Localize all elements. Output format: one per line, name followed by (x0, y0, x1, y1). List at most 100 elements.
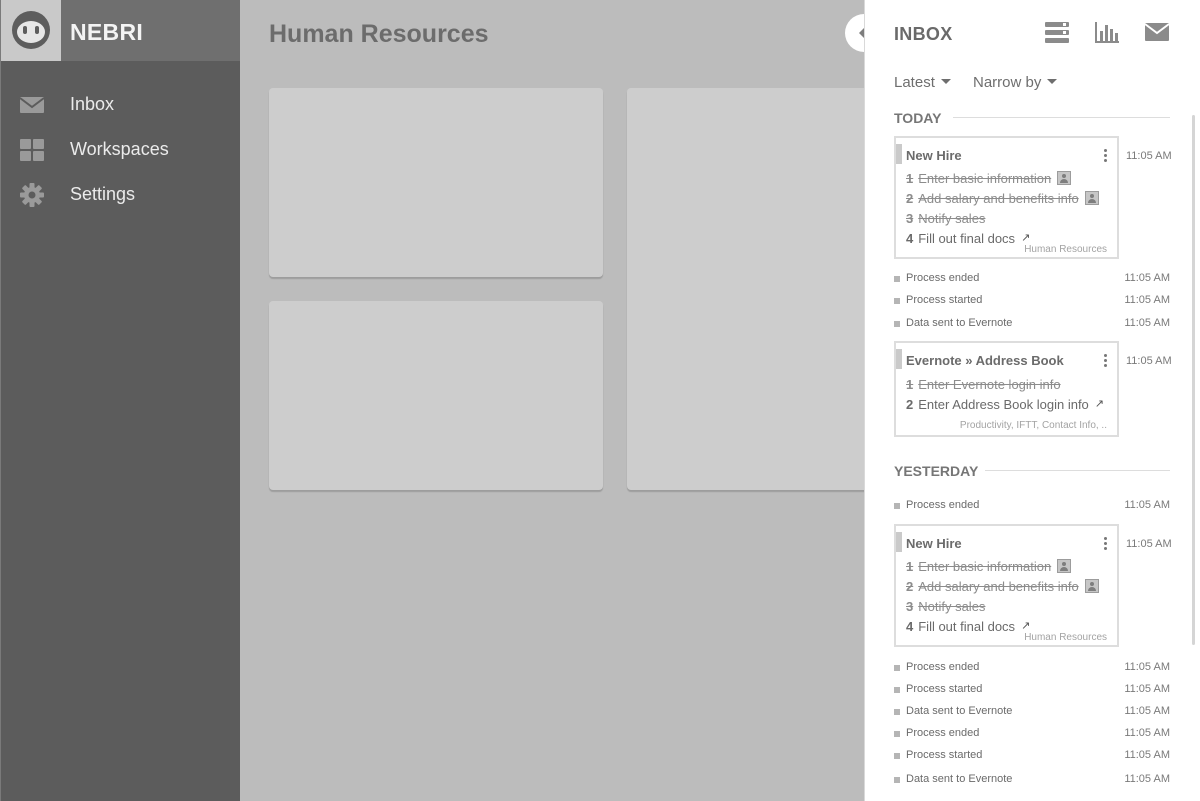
sidebar-item-settings[interactable]: Settings (1, 175, 241, 215)
sidebar-item-inbox[interactable]: Inbox (1, 85, 241, 125)
bullet-icon (894, 709, 900, 715)
event-label: Data sent to Evernote (906, 773, 1013, 785)
page-title: Human Resources (269, 20, 489, 48)
timestamp: 11:05 AM (1124, 683, 1170, 695)
user-avatar-icon (1057, 171, 1072, 185)
task-step[interactable]: 1 Enter Evernote login info (906, 377, 1061, 392)
card-accent (896, 349, 902, 369)
card-accent (896, 144, 902, 164)
event-item[interactable]: Process ended 11:05 AM (894, 499, 1170, 513)
workspace-card[interactable] (269, 88, 603, 277)
bullet-icon (894, 731, 900, 737)
timestamp: 11:05 AM (1124, 749, 1170, 761)
sidebar-item-label: Settings (70, 184, 136, 204)
timestamp: 11:05 AM (1124, 705, 1170, 717)
kebab-menu-icon[interactable] (1104, 149, 1108, 163)
timestamp: 11:05 AM (1126, 150, 1172, 162)
bullet-icon (894, 753, 900, 759)
grid-icon (20, 139, 44, 161)
kebab-menu-icon[interactable] (1104, 354, 1108, 368)
bullet-icon (894, 777, 900, 783)
timestamp: 11:05 AM (1124, 294, 1170, 306)
task-step[interactable]: 2 Enter Address Book login info ↗ (906, 397, 1104, 412)
bar-chart-icon[interactable] (1094, 20, 1120, 44)
main-content: Human Resources (240, 0, 887, 801)
sidebar: NEBRI Inbox Workspaces Settings (0, 0, 241, 801)
bullet-icon (894, 276, 900, 282)
task-step[interactable]: 1 Enter basic information (906, 559, 1072, 574)
app-window: NEBRI Inbox Workspaces Settings Human Re… (0, 0, 1200, 801)
event-label: Process ended (906, 727, 980, 739)
event-item[interactable]: Process started 11:05 AM (894, 294, 1170, 308)
event-item[interactable]: Process ended 11:05 AM (894, 272, 1170, 286)
event-label: Process ended (906, 499, 980, 511)
inbox-panel: INBOX Latest Narrow by TODAY New Hire 1 … (864, 0, 1200, 801)
task-step[interactable]: 1 Enter basic information (906, 171, 1072, 186)
workspace-card[interactable] (627, 88, 887, 490)
bullet-icon (894, 298, 900, 304)
task-step[interactable]: 4 Fill out final docs ↗ (906, 231, 1030, 246)
robot-face-icon (12, 11, 50, 49)
timestamp: 11:05 AM (1124, 499, 1170, 511)
divider (985, 470, 1170, 471)
card-tag: Human Resources (1024, 244, 1107, 255)
timestamp: 11:05 AM (1126, 355, 1172, 367)
event-item[interactable]: Data sent to Evernote 11:05 AM (894, 705, 1170, 719)
list-view-icon[interactable] (1044, 20, 1070, 44)
event-item[interactable]: Process started 11:05 AM (894, 749, 1170, 763)
external-link-icon[interactable]: ↗ (1021, 231, 1030, 244)
bullet-icon (894, 321, 900, 327)
event-label: Process ended (906, 272, 980, 284)
caret-down-icon (1047, 79, 1058, 84)
task-card[interactable]: New Hire 1 Enter basic information 2 Add s… (894, 136, 1119, 259)
sidebar-item-workspaces[interactable]: Workspaces (1, 130, 241, 170)
event-label: Process ended (906, 661, 980, 673)
timestamp: 11:05 AM (1124, 272, 1170, 284)
narrow-label: Narrow by (973, 74, 1042, 91)
timestamp: 11:05 AM (1126, 538, 1172, 550)
timestamp: 11:05 AM (1124, 317, 1170, 329)
task-card[interactable]: Evernote » Address Book 1 Enter Evernote … (894, 341, 1119, 437)
event-label: Process started (906, 749, 983, 761)
caret-down-icon (940, 79, 951, 84)
gear-icon (20, 183, 44, 207)
bullet-icon (894, 665, 900, 671)
task-step[interactable]: 3 Notify sales (906, 599, 985, 614)
divider (953, 117, 1170, 118)
envelope-icon (19, 97, 45, 113)
event-item[interactable]: Process started 11:05 AM (894, 683, 1170, 697)
workspace-card[interactable] (269, 301, 603, 490)
sidebar-item-label: Inbox (70, 94, 115, 114)
card-title: New Hire (906, 148, 962, 163)
narrow-by-dropdown[interactable]: Narrow by (973, 74, 1058, 91)
task-card[interactable]: New Hire 1 Enter basic information 2 Add s… (894, 524, 1119, 647)
card-title: New Hire (906, 536, 962, 551)
section-label-yesterday: YESTERDAY (894, 463, 979, 479)
card-tag: Productivity, IFTT, Contact Info, .. (959, 420, 1107, 431)
event-item[interactable]: Data sent to Evernote 11:05 AM (894, 773, 1170, 787)
timestamp: 11:05 AM (1124, 661, 1170, 673)
envelope-icon[interactable] (1144, 20, 1170, 44)
task-step[interactable]: 2 Add salary and benefits info (906, 191, 1099, 206)
external-link-icon[interactable]: ↗ (1095, 397, 1104, 410)
sort-dropdown[interactable]: Latest (894, 74, 951, 91)
external-link-icon[interactable]: ↗ (1021, 619, 1030, 632)
task-step[interactable]: 3 Notify sales (906, 211, 985, 226)
event-label: Process started (906, 294, 983, 306)
logo[interactable] (1, 0, 61, 61)
event-item[interactable]: Process ended 11:05 AM (894, 661, 1170, 675)
inbox-scrollbar[interactable] (1192, 115, 1195, 645)
event-item[interactable]: Process ended 11:05 AM (894, 727, 1170, 741)
user-avatar-icon (1084, 191, 1099, 205)
kebab-menu-icon[interactable] (1104, 537, 1108, 551)
event-item[interactable]: Data sent to Evernote 11:05 AM (894, 317, 1170, 331)
bullet-icon (894, 503, 900, 509)
timestamp: 11:05 AM (1124, 773, 1170, 785)
timestamp: 11:05 AM (1124, 727, 1170, 739)
event-label: Data sent to Evernote (906, 705, 1013, 717)
brand-header: NEBRI (1, 0, 241, 61)
section-label-today: TODAY (894, 110, 942, 126)
task-step[interactable]: 2 Add salary and benefits info (906, 579, 1099, 594)
user-avatar-icon (1057, 559, 1072, 573)
task-step[interactable]: 4 Fill out final docs ↗ (906, 619, 1030, 634)
